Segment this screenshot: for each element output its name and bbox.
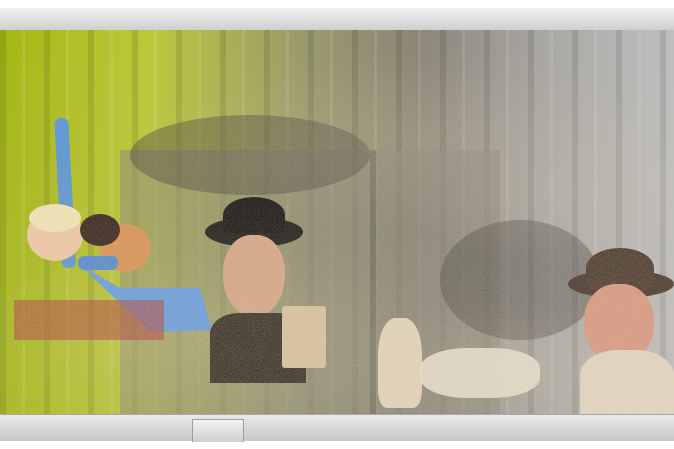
frame-bottom-bar [0,414,674,441]
photo-scene [0,30,674,414]
sand-haze [0,30,674,414]
frame-bottom-notch [192,419,244,442]
frame-top-bar [0,8,674,31]
display-frame [0,0,674,449]
